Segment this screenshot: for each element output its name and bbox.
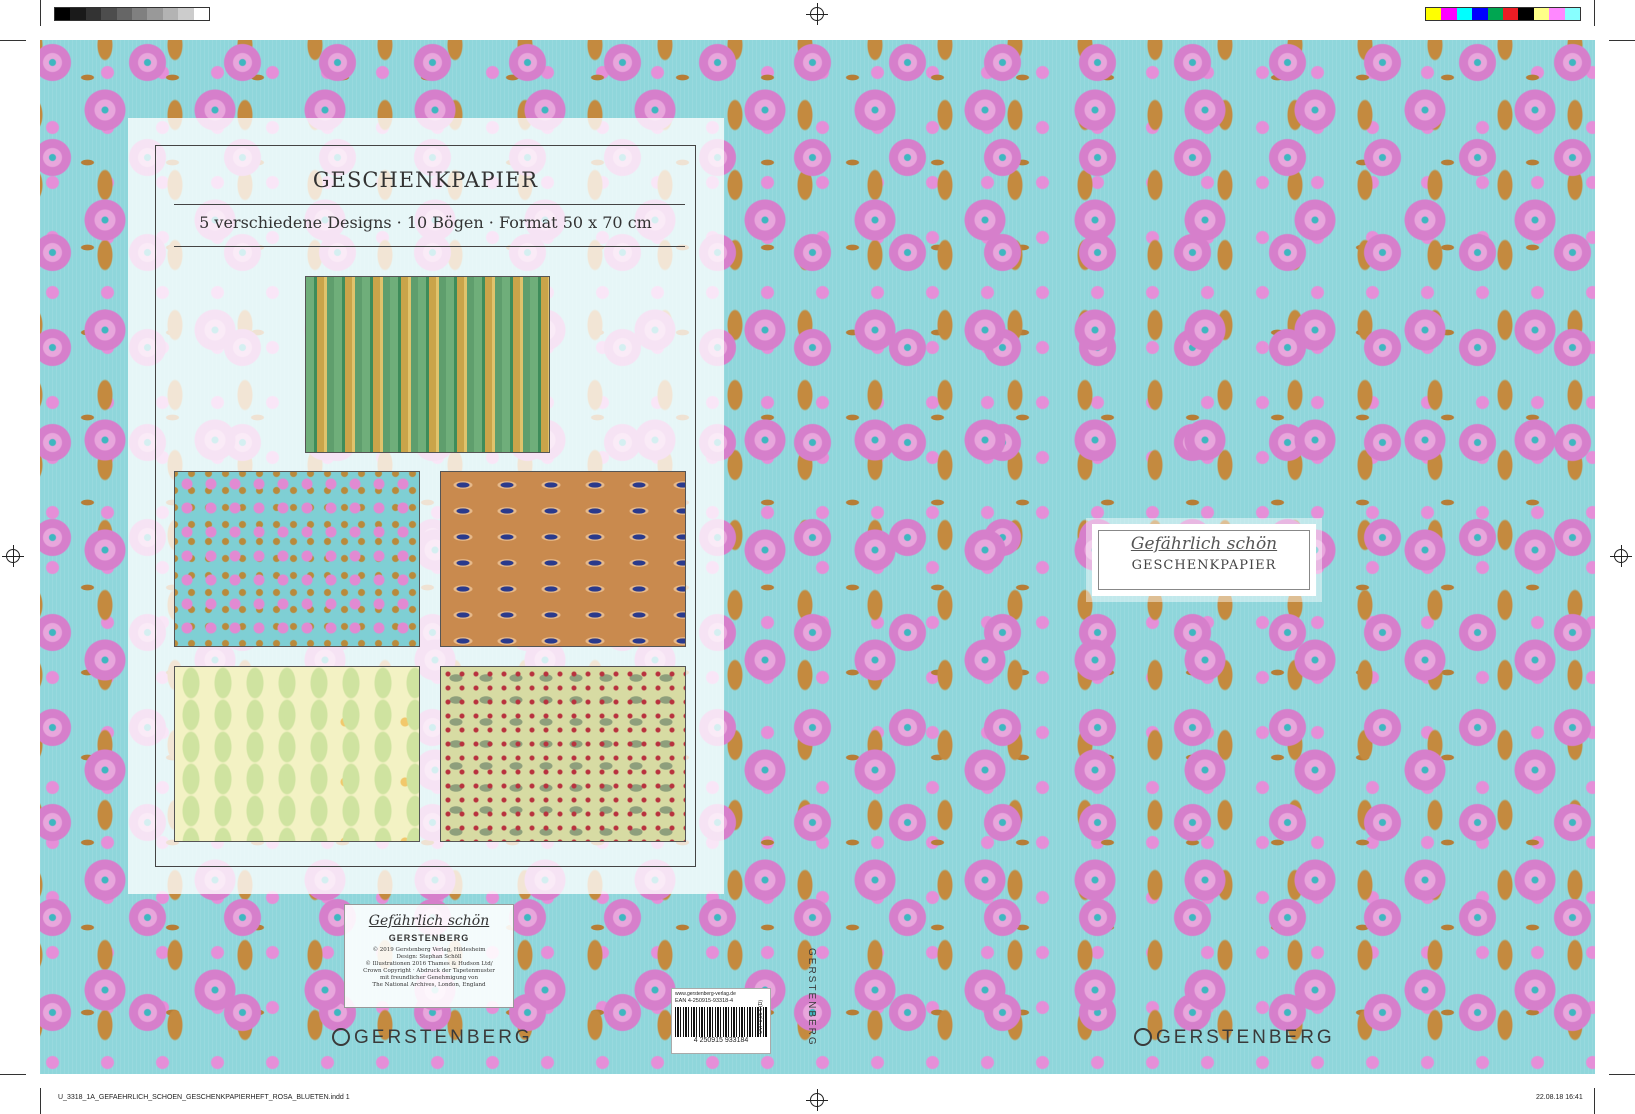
imprint-line: © Illustrationen 2016 Thames & Hudson Lt… <box>365 961 493 967</box>
crop-mark <box>1609 1074 1635 1075</box>
imprint-line: Crown Copyright · Abdruck der Tapetenmus… <box>363 968 495 974</box>
wheat-logo-icon <box>332 1028 350 1046</box>
divider <box>174 204 685 205</box>
design-thumbnail-stripes <box>305 276 550 453</box>
front-cover-label: Gefährlich schön GESCHENKPAPIER <box>1092 524 1316 596</box>
imprint-line: mit freundlicher Genehmigung von <box>379 975 479 981</box>
divider <box>174 246 685 247</box>
slug-timestamp: 22.08.18 16:41 <box>1536 1094 1583 1101</box>
registration-mark-right <box>1610 545 1632 567</box>
front-logo-text: GERSTENBERG <box>1156 1027 1335 1048</box>
back-title: GESCHENKPAPIER <box>312 168 539 192</box>
imprint-box: Gefährlich schön GERSTENBERG © 2019 Gers… <box>344 904 514 1008</box>
back-logo-text: GERSTENBERG <box>354 1027 533 1048</box>
imprint-script-title: Gefährlich schön <box>368 913 490 929</box>
imprint-line: © 2019 Gerstenberg Verlag, Hildesheim <box>372 947 486 953</box>
imprint-line: The National Archives, London, England <box>372 982 486 988</box>
imprint-text: © 2019 Gerstenberg Verlag, Hildesheim De… <box>345 947 513 989</box>
grayscale-control-strip <box>54 7 210 21</box>
price-label: UVP 9,95 € (D) <box>758 1000 764 1034</box>
back-publisher-logo: GERSTENBERG <box>332 1027 533 1049</box>
design-thumbnail-damask <box>440 666 686 842</box>
barcode-bars <box>675 1007 767 1037</box>
barcode-box: www.gerstenberg-verlag.de EAN 4-250915-9… <box>671 988 771 1054</box>
crop-mark <box>0 40 26 41</box>
wheat-logo-icon <box>1134 1028 1152 1046</box>
registration-mark-top <box>806 3 828 25</box>
design-thumbnail-leaves <box>174 666 420 842</box>
crop-mark <box>40 0 41 26</box>
back-subtitle: 5 verschiedene Designs · 10 Bögen · Form… <box>199 213 652 232</box>
registration-mark-bottom <box>806 1089 828 1111</box>
front-publisher-logo: GERSTENBERG <box>1134 1027 1335 1049</box>
crop-mark <box>0 1074 26 1075</box>
spine-logo: GERSTENBERG <box>806 948 817 1047</box>
barcode-digits: 4 250915 933184 <box>693 1037 749 1044</box>
imprint-logo: GERSTENBERG <box>388 933 470 943</box>
slug-filename: U_3318_1A_GEFAEHRLICH_SCHOEN_GESCHENKPAP… <box>58 1094 350 1101</box>
crop-mark <box>1609 40 1635 41</box>
design-thumbnail-ogee <box>440 471 686 647</box>
color-control-strip <box>1425 7 1581 21</box>
front-label-frame <box>1098 530 1310 590</box>
crop-mark <box>1594 0 1595 26</box>
crop-mark <box>1594 1088 1595 1114</box>
registration-mark-left <box>2 545 24 567</box>
design-thumbnail-turquoise-floral <box>174 471 420 647</box>
crop-mark <box>40 1088 41 1114</box>
barcode-url: www.gerstenberg-verlag.de <box>675 991 736 997</box>
imprint-line: Design: Stephan Schöll <box>396 954 462 960</box>
barcode-ean: EAN 4-250915-93318-4 <box>675 998 734 1004</box>
